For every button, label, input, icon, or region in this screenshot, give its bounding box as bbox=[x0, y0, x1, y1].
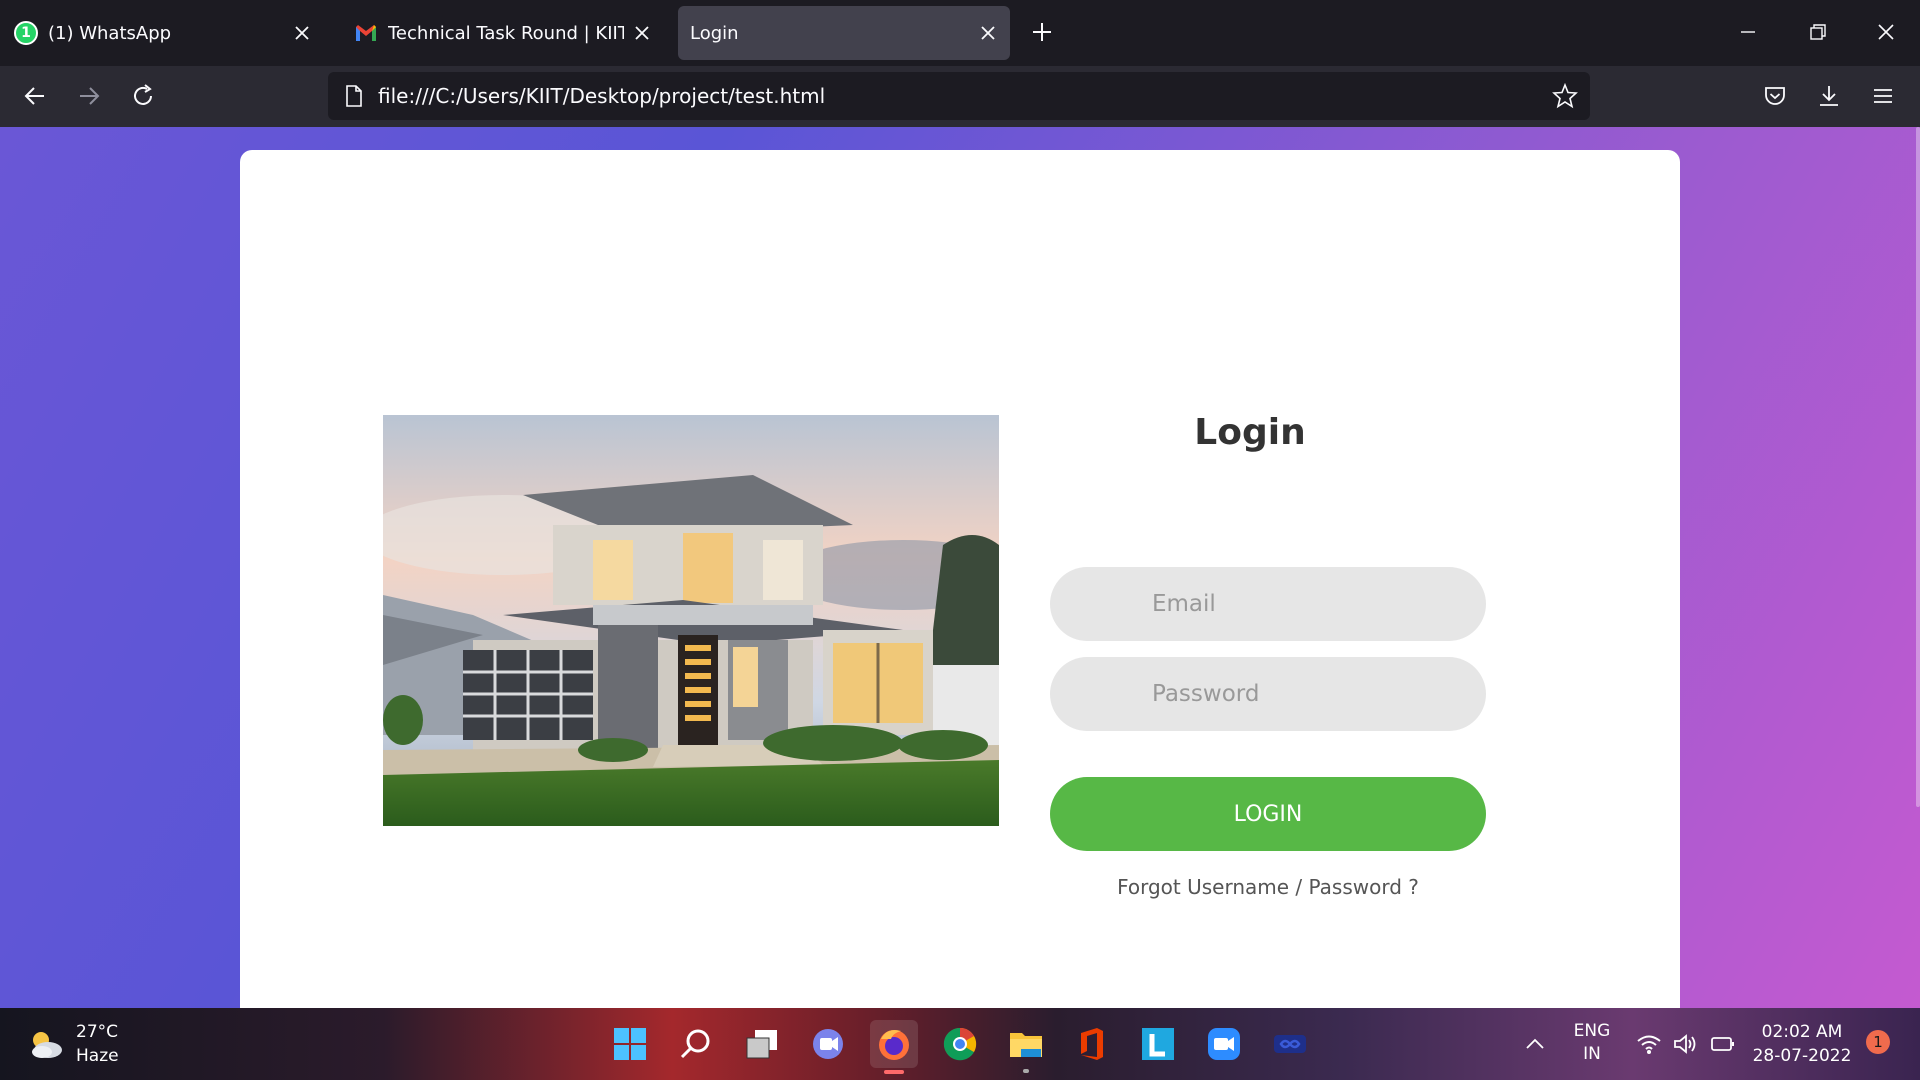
clock-date: 28-07-2022 bbox=[1752, 1046, 1852, 1066]
battery-icon[interactable] bbox=[1710, 1034, 1736, 1054]
reload-icon[interactable] bbox=[130, 83, 156, 109]
weather-condition: Haze bbox=[76, 1046, 119, 1066]
office-button[interactable] bbox=[1068, 1020, 1116, 1068]
zoom-button[interactable] bbox=[1200, 1020, 1248, 1068]
l-app-icon bbox=[1142, 1028, 1174, 1060]
clock-time: 02:02 AM bbox=[1761, 1022, 1843, 1042]
house-illustration bbox=[383, 415, 999, 826]
chat-icon bbox=[813, 1029, 843, 1059]
clock[interactable]: 02:02 AM 28-07-2022 bbox=[1752, 1020, 1852, 1068]
infinity-app-button[interactable] bbox=[1266, 1020, 1314, 1068]
close-icon[interactable] bbox=[292, 23, 312, 43]
l-app-button[interactable] bbox=[1134, 1020, 1182, 1068]
zoom-icon bbox=[1208, 1028, 1240, 1060]
weather-widget[interactable]: 27°C Haze bbox=[26, 1020, 119, 1068]
start-icon bbox=[614, 1028, 646, 1060]
house-image bbox=[383, 415, 999, 826]
firefox-icon bbox=[879, 1030, 909, 1060]
browser-tab-strip: 1 (1) WhatsApp Technical Task Round | KI… bbox=[0, 0, 1920, 66]
login-button[interactable]: LOGIN bbox=[1050, 777, 1486, 851]
search-button[interactable] bbox=[672, 1020, 720, 1068]
password-field[interactable] bbox=[1050, 657, 1486, 731]
file-explorer-icon bbox=[1010, 1033, 1042, 1057]
login-card: Login LOGIN Forgot Username / Password ? bbox=[240, 150, 1680, 1008]
region-code: IN bbox=[1583, 1044, 1601, 1064]
tab-title: Technical Task Round | KIIT Univ bbox=[388, 22, 624, 44]
close-icon[interactable] bbox=[632, 23, 652, 43]
whatsapp-icon: 1 bbox=[14, 21, 38, 45]
windows-taskbar: 27°C Haze ENG IN 02:02 AM 28-07-2022 1 bbox=[0, 1008, 1920, 1080]
active-indicator bbox=[884, 1070, 904, 1074]
forgot-password-link[interactable]: Forgot Username / Password ? bbox=[1050, 875, 1486, 899]
wifi-icon[interactable] bbox=[1636, 1032, 1662, 1056]
tab-whatsapp[interactable]: 1 (1) WhatsApp bbox=[2, 6, 324, 60]
menu-icon[interactable] bbox=[1870, 83, 1896, 109]
language-code: ENG bbox=[1573, 1021, 1611, 1041]
chrome-icon bbox=[943, 1027, 977, 1061]
url-text: file:///C:/Users/KIIT/Desktop/project/te… bbox=[378, 84, 826, 108]
page-icon bbox=[346, 85, 362, 107]
search-icon bbox=[680, 1029, 710, 1059]
gmail-icon bbox=[356, 25, 376, 41]
task-view-icon bbox=[746, 1030, 777, 1059]
file-explorer-button[interactable] bbox=[1002, 1020, 1050, 1073]
language-indicator[interactable]: ENG IN bbox=[1570, 1020, 1614, 1066]
forward-icon[interactable] bbox=[76, 83, 102, 109]
pocket-icon[interactable] bbox=[1762, 83, 1788, 109]
new-tab-icon[interactable] bbox=[1030, 20, 1054, 44]
firefox-button[interactable] bbox=[870, 1020, 918, 1074]
tab-gmail[interactable]: Technical Task Round | KIIT Univ bbox=[342, 6, 664, 60]
close-icon[interactable] bbox=[978, 23, 998, 43]
page-viewport: Login LOGIN Forgot Username / Password ? bbox=[0, 127, 1920, 1008]
close-window-icon[interactable] bbox=[1874, 20, 1898, 44]
start-button[interactable] bbox=[606, 1020, 654, 1068]
tab-title: (1) WhatsApp bbox=[48, 22, 172, 44]
email-field[interactable] bbox=[1050, 567, 1486, 641]
notification-badge[interactable]: 1 bbox=[1866, 1030, 1890, 1054]
tab-title: Login bbox=[690, 22, 739, 44]
login-title: Login bbox=[1194, 412, 1306, 453]
chevron-up-icon[interactable] bbox=[1524, 1034, 1546, 1054]
weather-temp: 27°C bbox=[76, 1022, 119, 1042]
bookmark-star-icon[interactable] bbox=[1552, 83, 1578, 109]
back-icon[interactable] bbox=[22, 83, 48, 109]
chrome-button[interactable] bbox=[936, 1020, 984, 1068]
chat-button[interactable] bbox=[804, 1020, 852, 1068]
page-scrollbar[interactable] bbox=[1916, 127, 1920, 807]
weather-haze-icon bbox=[32, 1032, 62, 1058]
address-bar[interactable]: file:///C:/Users/KIIT/Desktop/project/te… bbox=[328, 72, 1590, 120]
minimize-icon[interactable] bbox=[1736, 20, 1760, 44]
volume-icon[interactable] bbox=[1672, 1032, 1698, 1056]
infinity-app-icon bbox=[1274, 1035, 1306, 1053]
restore-icon[interactable] bbox=[1806, 20, 1830, 44]
task-view-button[interactable] bbox=[738, 1020, 786, 1068]
download-icon[interactable] bbox=[1816, 83, 1842, 109]
office-icon bbox=[1081, 1028, 1103, 1060]
running-indicator bbox=[1023, 1069, 1029, 1073]
browser-navbar: file:///C:/Users/KIIT/Desktop/project/te… bbox=[0, 66, 1920, 128]
tab-login[interactable]: Login bbox=[678, 6, 1010, 60]
